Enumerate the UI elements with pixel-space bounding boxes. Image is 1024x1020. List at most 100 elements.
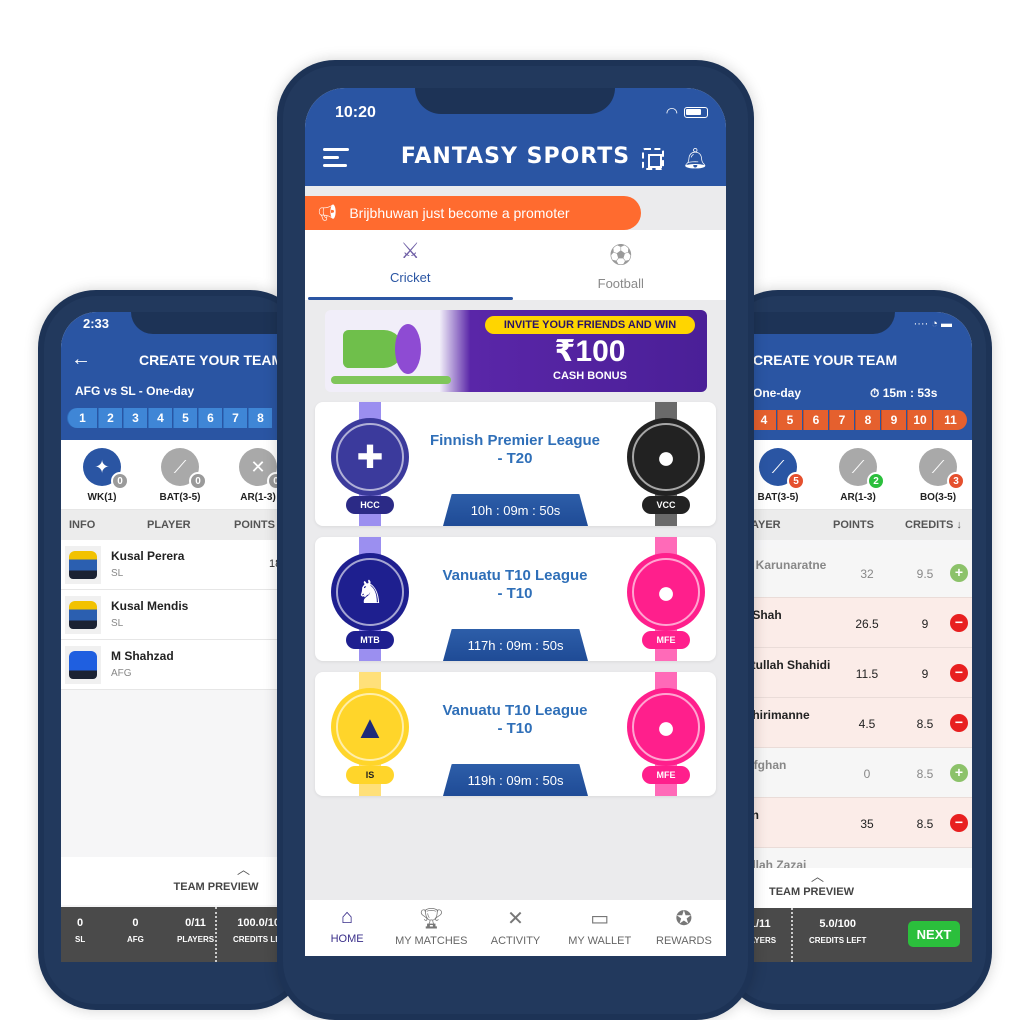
- summary-stat: 0 AFG: [127, 917, 144, 944]
- team-summary-bar: 0 SL 0 AFG 0/11 PLAYERS 100.0/100 CREDITS LEFT: [61, 907, 301, 962]
- match-countdown: 10h : 09m : 50s: [443, 494, 588, 526]
- tab-label: Football: [597, 276, 644, 291]
- player-credits: 9: [921, 667, 929, 681]
- player-credits: 8.5: [916, 767, 934, 781]
- team-logo-icon: ✚: [331, 418, 409, 496]
- col-points[interactable]: POINTS: [833, 519, 874, 531]
- nav-home[interactable]: ⌂︎ HOME: [305, 900, 389, 956]
- match-card[interactable]: ♞ MTB ● MFE Vanuatu T10 League - T10 117h : 09…: [315, 537, 716, 661]
- team-code-tag: HCC: [346, 496, 394, 514]
- jersey-shape: [69, 651, 97, 679]
- center-phone-screen: 10:20 ◠ FANTASY SPORTS 🔔︎ 📢︎ Brijbhuwan …: [305, 88, 726, 956]
- team-preview-label: TEAM PREVIEW: [769, 886, 854, 898]
- next-button[interactable]: NEXT: [908, 921, 960, 947]
- sport-tabs: ⚔︎ Cricket ⚽︎ Football: [305, 230, 726, 300]
- league-format: - T10: [497, 585, 533, 602]
- promoter-ticker: 📢︎ Brijbhuwan just become a promoter: [305, 196, 641, 230]
- player-row[interactable]: an358.5−: [725, 798, 972, 848]
- nav-label: MY WALLET: [568, 935, 632, 947]
- page-title: CREATE YOUR TEAM: [139, 352, 284, 368]
- activity-icon: ✕︎: [507, 908, 524, 930]
- player-row[interactable]: atullah Shahidi 11.5 9 −: [725, 648, 972, 698]
- status-icons: ···· ◔ ▬: [913, 318, 952, 330]
- league-name: Vanuatu T10 League - T10: [415, 702, 615, 738]
- jersey-icon: [65, 596, 101, 634]
- player-points: 35: [860, 817, 874, 831]
- tab-football[interactable]: ⚽︎ Football: [516, 230, 727, 300]
- jersey-shape: [69, 551, 97, 579]
- team-logo-icon: ♞: [331, 553, 409, 631]
- status-time: 10:20: [335, 104, 376, 121]
- banner-subline: CASH BONUS: [553, 370, 627, 382]
- player-credits: 8.5: [916, 717, 934, 731]
- step-indicator: 8: [855, 410, 880, 430]
- match-label: One-day: [753, 386, 802, 400]
- stat-value: 0: [77, 917, 84, 929]
- player-row[interactable]: Kusal Mendis SL: [61, 590, 301, 640]
- countdown-timer: ⏱ 15m : 53s: [870, 386, 937, 401]
- role-label: BO(3-5): [919, 492, 957, 503]
- role-count-badge: 0: [189, 472, 207, 490]
- add-player-icon[interactable]: +: [950, 564, 968, 582]
- role-tab[interactable]: ⟋ 3 BO(3-5): [903, 448, 972, 503]
- remove-player-icon[interactable]: −: [950, 714, 968, 732]
- nav-rewards[interactable]: ✪︎ REWARDS: [642, 900, 726, 956]
- player-team: AFG: [111, 668, 132, 679]
- match-label: AFG vs SL - One-day: [75, 384, 195, 398]
- role-tab[interactable]: ⟋ 2 AR(1-3): [823, 448, 893, 503]
- nav-my-wallet[interactable]: ▭︎ MY WALLET: [558, 900, 642, 956]
- col-credits[interactable]: CREDITS ↓: [905, 519, 962, 531]
- match-card[interactable]: ▲ IS ● MFE Vanuatu T10 League - T10 119h : 09m…: [315, 672, 716, 796]
- player-row[interactable]: M Shahzad AFG: [61, 640, 301, 690]
- tab-cricket[interactable]: ⚔︎ Cricket: [305, 230, 516, 300]
- nav-my-matches[interactable]: 🏆︎ MY MATCHES: [389, 900, 473, 956]
- match-countdown: 119h : 09m : 50s: [443, 764, 588, 796]
- step-indicator: 11: [933, 410, 967, 430]
- bottom-navigation: ⌂︎ HOME 🏆︎ MY MATCHES ✕︎ ACTIVITY ▭︎ MY WALLET ✪…: [305, 900, 726, 956]
- left-phone-screen: 2:33 ← CREATE YOUR TEAM AFG vs SL - One-…: [61, 312, 301, 962]
- step-indicator: 3: [123, 408, 147, 428]
- player-row[interactable]: Thirimanne 4.5 8.5 −: [725, 698, 972, 748]
- remove-player-icon[interactable]: −: [950, 614, 968, 632]
- team-code-tag: MFE: [642, 631, 690, 649]
- player-row[interactable]: Afghan 0 8.5 +: [725, 748, 972, 798]
- step-indicator: 10: [907, 410, 932, 430]
- qr-scan-icon[interactable]: [642, 148, 664, 170]
- step-indicator: 6: [803, 410, 828, 430]
- player-team: SL: [111, 618, 124, 629]
- team-preview-toggle[interactable]: ︿ TEAM PREVIEW: [61, 857, 301, 905]
- col-player[interactable]: PLAYER: [147, 519, 191, 531]
- football-icon: ⚽︎: [609, 243, 632, 268]
- col-info[interactable]: INFO: [69, 519, 95, 531]
- player-row[interactable]: n Karunaratne 32 9.5 +: [725, 548, 972, 598]
- role-tab[interactable]: ✦ 0 WK(1): [67, 448, 137, 503]
- invite-banner[interactable]: INVITE YOUR FRIENDS AND WIN ₹100 CASH BO…: [325, 310, 707, 392]
- match-countdown: 117h : 09m : 50s: [443, 629, 588, 661]
- notification-bell-icon[interactable]: 🔔︎: [683, 146, 708, 171]
- role-count-badge: 5: [787, 472, 805, 490]
- team-code-tag: IS: [346, 766, 394, 784]
- player-row[interactable]: Kusal Perera SL 18: [61, 540, 301, 590]
- cricket-bats-icon: ⚔︎: [400, 238, 421, 263]
- remove-player-icon[interactable]: −: [950, 664, 968, 682]
- step-indicator: 7: [829, 410, 854, 430]
- remove-player-icon[interactable]: −: [950, 814, 968, 832]
- match-card[interactable]: ✚ HCC ● VCC Finnish Premier League - T20 10h :…: [315, 402, 716, 526]
- add-player-icon[interactable]: +: [950, 764, 968, 782]
- banner-amount: ₹100: [554, 335, 626, 368]
- nav-label: ACTIVITY: [490, 935, 541, 947]
- stat-label: SL: [75, 935, 86, 944]
- back-arrow-icon[interactable]: ←: [71, 348, 91, 371]
- megaphone-illustration-icon: [343, 330, 403, 368]
- col-points[interactable]: POINTS: [234, 519, 275, 531]
- step-indicator: 7: [223, 408, 247, 428]
- nav-label: MY MATCHES: [395, 935, 468, 947]
- player-row[interactable]: t Shah 26.5 9−: [725, 598, 972, 648]
- role-count-badge: 2: [867, 472, 885, 490]
- team-preview-toggle[interactable]: ︿ TEAM PREVIEW: [725, 868, 972, 908]
- megaphone-bell-icon: [395, 324, 421, 374]
- nav-activity[interactable]: ✕︎ ACTIVITY: [473, 900, 557, 956]
- status-time: 2:33: [83, 316, 110, 331]
- jersey-icon: [65, 546, 101, 584]
- role-tab[interactable]: ⟋ 0 BAT(3-5): [145, 448, 215, 503]
